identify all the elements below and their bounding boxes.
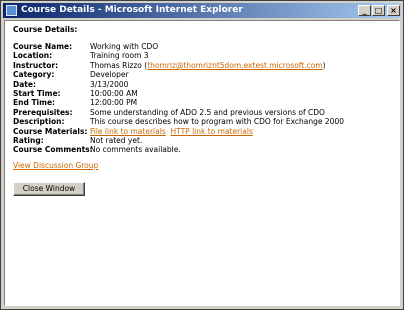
rating-label: Rating: <box>13 135 44 145</box>
close-window-button[interactable]: Close Window <box>13 182 85 196</box>
description-label: Description: <box>13 117 65 127</box>
start-time-label: Start Time: <box>13 88 61 98</box>
view-discussion-group-link[interactable]: View Discussion Group <box>13 161 98 170</box>
instructor-email-link[interactable]: thomriz@thomriznt5dom.extest.microsoft.c… <box>147 61 322 70</box>
rating-value: Not rated yet. <box>90 135 143 145</box>
http-link-materials[interactable]: HTTP link to materials <box>171 127 253 136</box>
start-time-value: 10:00:00 AM <box>90 88 138 98</box>
location-row: Location: Training room 3 <box>13 51 393 60</box>
minimize-button[interactable]: _ <box>358 5 371 16</box>
file-link-materials[interactable]: File link to materials <box>90 127 166 136</box>
instructor-row: Instructor: Thomas Rizzo (thomriz@thomri… <box>13 61 393 70</box>
category-value: Developer <box>90 70 129 80</box>
course-comments-value: No comments available. <box>90 145 181 155</box>
course-name-row: Course Name: Working with CDO <box>13 42 393 51</box>
course-materials-row: Course Materials: File link to materials… <box>13 127 393 136</box>
end-time-row: End Time: 12:00:00 PM <box>13 98 393 107</box>
rating-row: Rating: Not rated yet. <box>13 136 393 145</box>
close-window-icon[interactable]: × <box>387 5 400 16</box>
page-title: Course Details: <box>13 25 78 34</box>
prerequisites-row: Prerequisites: Some understanding of ADO… <box>13 108 393 117</box>
instructor-value: Thomas Rizzo (thomriz@thomriznt5dom.exte… <box>90 61 326 70</box>
browser-window: Course Details - Microsoft Internet Expl… <box>0 0 404 310</box>
prerequisites-value: Some understanding of ADO 2.5 and previo… <box>90 107 325 117</box>
description-value: This course describes how to program wit… <box>90 117 344 127</box>
instructor-suffix: ) <box>322 60 326 70</box>
category-row: Category: Developer <box>13 70 393 79</box>
category-label: Category: <box>13 70 55 80</box>
course-name-label: Course Name: <box>13 42 73 51</box>
title-bar[interactable]: Course Details - Microsoft Internet Expl… <box>3 3 401 18</box>
course-details-table: Course Name: Working with CDO Location: … <box>13 42 393 155</box>
maximize-button[interactable]: □ <box>372 5 385 16</box>
course-materials-value: File link to materials HTTP link to mate… <box>90 127 253 136</box>
prerequisites-label: Prerequisites: <box>13 107 73 117</box>
start-time-row: Start Time: 10:00:00 AM <box>13 89 393 98</box>
location-value: Training room 3 <box>90 51 149 61</box>
page-content: Course Details: Course Name: Working wit… <box>4 20 400 306</box>
course-comments-label: Course Comments: <box>13 145 93 155</box>
ie-page-icon <box>6 5 17 16</box>
description-row: Description: This course describes how t… <box>13 117 393 126</box>
course-name-value: Working with CDO <box>90 42 159 51</box>
instructor-name: Thomas Rizzo ( <box>90 60 148 70</box>
date-row: Date: 3/13/2000 <box>13 80 393 89</box>
end-time-label: End Time: <box>13 98 56 108</box>
location-label: Location: <box>13 51 53 61</box>
end-time-value: 12:00:00 PM <box>90 98 138 108</box>
date-value: 3/13/2000 <box>90 79 129 89</box>
date-label: Date: <box>13 79 36 89</box>
instructor-label: Instructor: <box>13 60 59 70</box>
course-comments-row: Course Comments: No comments available. <box>13 145 393 154</box>
course-materials-label: Course Materials: <box>13 126 88 136</box>
window-title: Course Details - Microsoft Internet Expl… <box>21 5 243 15</box>
